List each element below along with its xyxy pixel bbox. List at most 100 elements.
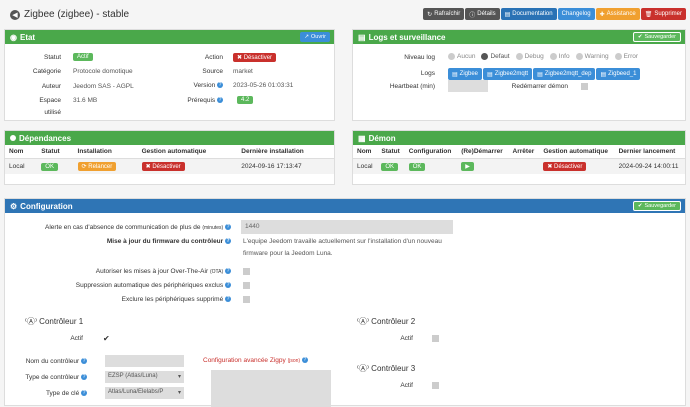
logs-header: ▤ Logs et surveillance ✔ Sauvegarder [353, 30, 685, 44]
table-row: Local OK ⟳ Relancer ✖ Désactiver 2024-09… [5, 158, 334, 174]
refresh-button[interactable]: ↻ Rafraîchir [423, 8, 465, 20]
zigpy-textarea[interactable] [211, 370, 331, 407]
log-level-group: Aucun Defaut Debug Info Warning Error [448, 53, 638, 60]
help-icon: ? [225, 268, 231, 274]
espace-label-2: utilisé [44, 109, 61, 116]
delete-button[interactable]: 🗑 Supprimer [640, 8, 686, 20]
level-warning[interactable]: Warning [575, 53, 609, 60]
version-label: Version ? [193, 82, 223, 89]
restart-label: Redémarrer démon [511, 83, 568, 90]
help-icon: ? [225, 296, 231, 302]
circle-check-icon: ◉ [10, 32, 17, 42]
play-icon: ▶ [465, 164, 470, 170]
info-icon: ⓘ [469, 12, 476, 19]
help-icon: ? [81, 358, 87, 364]
documentation-button[interactable]: ▤ Documentation [500, 8, 557, 20]
actif-checkbox-1[interactable]: ✔ [103, 334, 110, 343]
top-bar: ◀ Zigbee (zigbee) - stable ↻ Rafraîchir ⓘ… [0, 0, 690, 28]
exclure-checkbox[interactable] [243, 296, 250, 303]
antenna-icon: ⁽Ⓐ⁾ [25, 317, 37, 326]
alerte-label: Alerte en cas d'absence de communication… [45, 224, 231, 231]
logs-save-button[interactable]: ✔ Sauvegarder [632, 32, 681, 42]
auteur-value: Jeedom SAS - AGPL [73, 83, 134, 90]
suppr-checkbox[interactable] [243, 282, 250, 289]
help-icon: ? [225, 282, 231, 288]
niveau-log-label: Niveau log [404, 54, 435, 61]
prerequis-label: Prérequis ? [187, 97, 223, 104]
auteur-label: Auteur [41, 83, 61, 90]
log-zigbee2mqtt-button[interactable]: ▤ Zigbee2mqtt [483, 68, 533, 80]
caret-down-icon: ▾ [177, 374, 181, 380]
firmware-text-2: firmware pour la Jeedom Luna. [243, 250, 333, 257]
restart-checkbox[interactable] [581, 83, 588, 90]
actif-checkbox-3[interactable] [432, 382, 439, 389]
firmware-label: Mise à jour du firmware du contrôleur ? [106, 238, 231, 245]
details-button[interactable]: ⓘ Détails [465, 8, 500, 20]
firmware-text-1: L'equipe Jeedom travaille actuellement s… [243, 238, 442, 245]
refresh-icon: ↻ [427, 11, 433, 18]
demon-header: ▦ Démon [353, 131, 685, 145]
back-arrow-icon[interactable]: ◀ [10, 9, 20, 20]
relancer-button[interactable]: ⟳ Relancer [77, 162, 117, 171]
level-info[interactable]: Info [549, 53, 570, 60]
logs-label: Logs [420, 70, 435, 77]
config-save-button[interactable]: ✔ Sauvegarder [632, 201, 681, 211]
actif-label-3: Actif [400, 382, 413, 389]
table-row: Local OK OK ▶ ✖ Désactiver 2024-09-24 14… [353, 158, 685, 174]
nom-controleur-input[interactable] [105, 355, 184, 367]
deps-desactiver-button[interactable]: ✖ Désactiver [141, 162, 185, 171]
changelog-button[interactable]: Changelog [557, 8, 595, 20]
help-icon: ? [81, 374, 87, 380]
type-cle-select[interactable]: Atlas/Luna/Elelabs/P ▾ [105, 387, 184, 399]
prerequis-badge: 4.2 [237, 96, 254, 104]
controleur-2-title: ⁽Ⓐ⁾ Contrôleur 2 [357, 317, 416, 326]
actif-label-2: Actif [400, 335, 413, 342]
help-icon: ✚ [599, 11, 605, 18]
controleur-3-title: ⁽Ⓐ⁾ Contrôleur 3 [357, 364, 416, 373]
demon-panel: ▦ Démon Nom Statut Configuration (Re)Dém… [352, 130, 686, 185]
deps-header: Dépendances [5, 131, 334, 145]
page-title: ◀ Zigbee (zigbee) - stable [10, 9, 129, 20]
level-defaut[interactable]: Defaut [481, 53, 510, 60]
etat-header: ◉ Etat ↗ Ouvrir [5, 30, 334, 44]
cogs-icon: ⚙ [10, 201, 18, 211]
config-header: ⚙ Configuration ✔ Sauvegarder [5, 199, 685, 213]
actif-checkbox-2[interactable] [432, 335, 439, 342]
book-icon: ▤ [504, 11, 511, 18]
help-icon: ? [225, 238, 231, 244]
heartbeat-input[interactable] [448, 80, 488, 92]
zigpy-label: Configuration avancée Zigpy (json) ? [203, 357, 308, 364]
server-icon: ▦ [358, 133, 366, 143]
desactiver-button[interactable]: ✖ Désactiver [233, 53, 277, 62]
ota-label: Autoriser les mises à jour Over-The-Air … [95, 268, 231, 275]
type-controleur-select[interactable]: EZSP (Atlas/Luna) ▾ [105, 371, 184, 383]
log-zigbee-button[interactable]: ▤ Zigbee [448, 68, 483, 80]
help-icon: ? [217, 97, 223, 103]
nom-controleur-label: Nom du contrôleur ? [25, 358, 87, 365]
help-icon: ? [217, 82, 223, 88]
caret-down-icon: ▾ [177, 390, 181, 396]
help-icon: ? [81, 390, 87, 396]
ota-checkbox[interactable] [243, 268, 250, 275]
source-label: Source [202, 68, 223, 75]
log-zigbee2mqtt-dep-button[interactable]: ▤ Zigbee2mqtt_dep [533, 68, 596, 80]
file-icon: ▤ [358, 32, 366, 42]
demon-desactiver-button[interactable]: ✖ Désactiver [543, 162, 587, 171]
deps-table: Nom Statut Installation Gestion automati… [5, 145, 334, 174]
action-label: Action [204, 54, 223, 61]
categorie-value: Protocole domotique [73, 68, 133, 75]
etat-panel: ◉ Etat ↗ Ouvrir Statut Actif Catégorie P… [4, 29, 335, 121]
level-error[interactable]: Error [614, 53, 638, 60]
log-zigbeed-button[interactable]: ▤ Zigbeed_1 [596, 68, 641, 80]
level-aucun[interactable]: Aucun [448, 53, 475, 60]
alerte-input[interactable]: 1440 [241, 220, 453, 234]
level-debug[interactable]: Debug [515, 53, 544, 60]
circle-icon [10, 135, 16, 141]
help-icon: ? [301, 357, 308, 363]
open-button[interactable]: ↗ Ouvrir [300, 32, 330, 42]
play-button[interactable]: ▶ [461, 162, 474, 171]
exclure-label: Exclure les périphériques supprimé ? [121, 296, 231, 303]
categorie-label: Catégorie [32, 68, 61, 75]
antenna-icon: ⁽Ⓐ⁾ [357, 317, 369, 326]
assistance-button[interactable]: ✚ Assistance [595, 8, 640, 20]
